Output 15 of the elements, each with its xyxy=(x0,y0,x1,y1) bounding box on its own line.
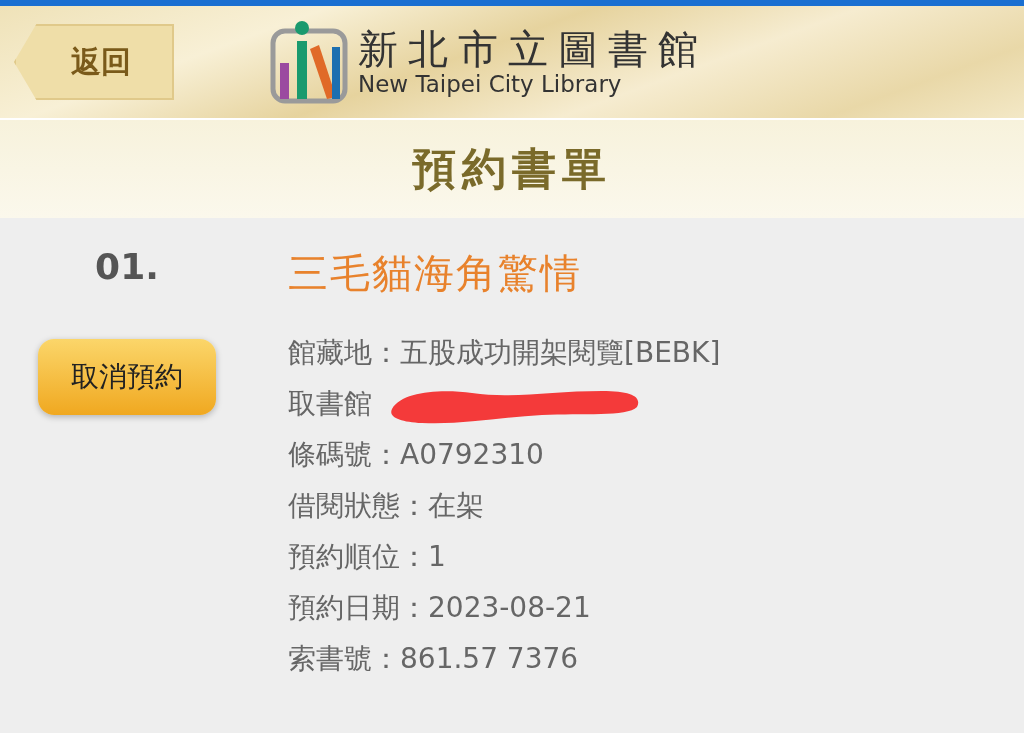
library-name: 新北市立圖書館 xyxy=(358,27,708,71)
detail-text: 館藏地：五股成功開架閱覽[BEBK] xyxy=(288,334,721,371)
book-title: 三毛貓海角驚情 xyxy=(288,249,583,298)
detail-text: 條碼號：A0792310 xyxy=(288,436,544,473)
cancel-reservation-button[interactable]: 取消預約 xyxy=(38,339,216,415)
library-name-english: New Taipei City Library xyxy=(358,71,623,97)
detail-text: 取書館 xyxy=(288,385,372,422)
page-title: 預約書單 xyxy=(412,141,612,196)
detail-text: 索書號：861.57 7376 xyxy=(288,640,579,677)
back-button[interactable]: 返回 xyxy=(14,24,174,100)
detail-text: 借閱狀態：在架 xyxy=(288,487,484,524)
detail-text: 預約順位：1 xyxy=(288,538,446,575)
item-number: 01. xyxy=(95,246,159,287)
detail-text: 預約日期：2023-08-21 xyxy=(288,589,591,626)
library-logo-icon xyxy=(270,19,348,105)
